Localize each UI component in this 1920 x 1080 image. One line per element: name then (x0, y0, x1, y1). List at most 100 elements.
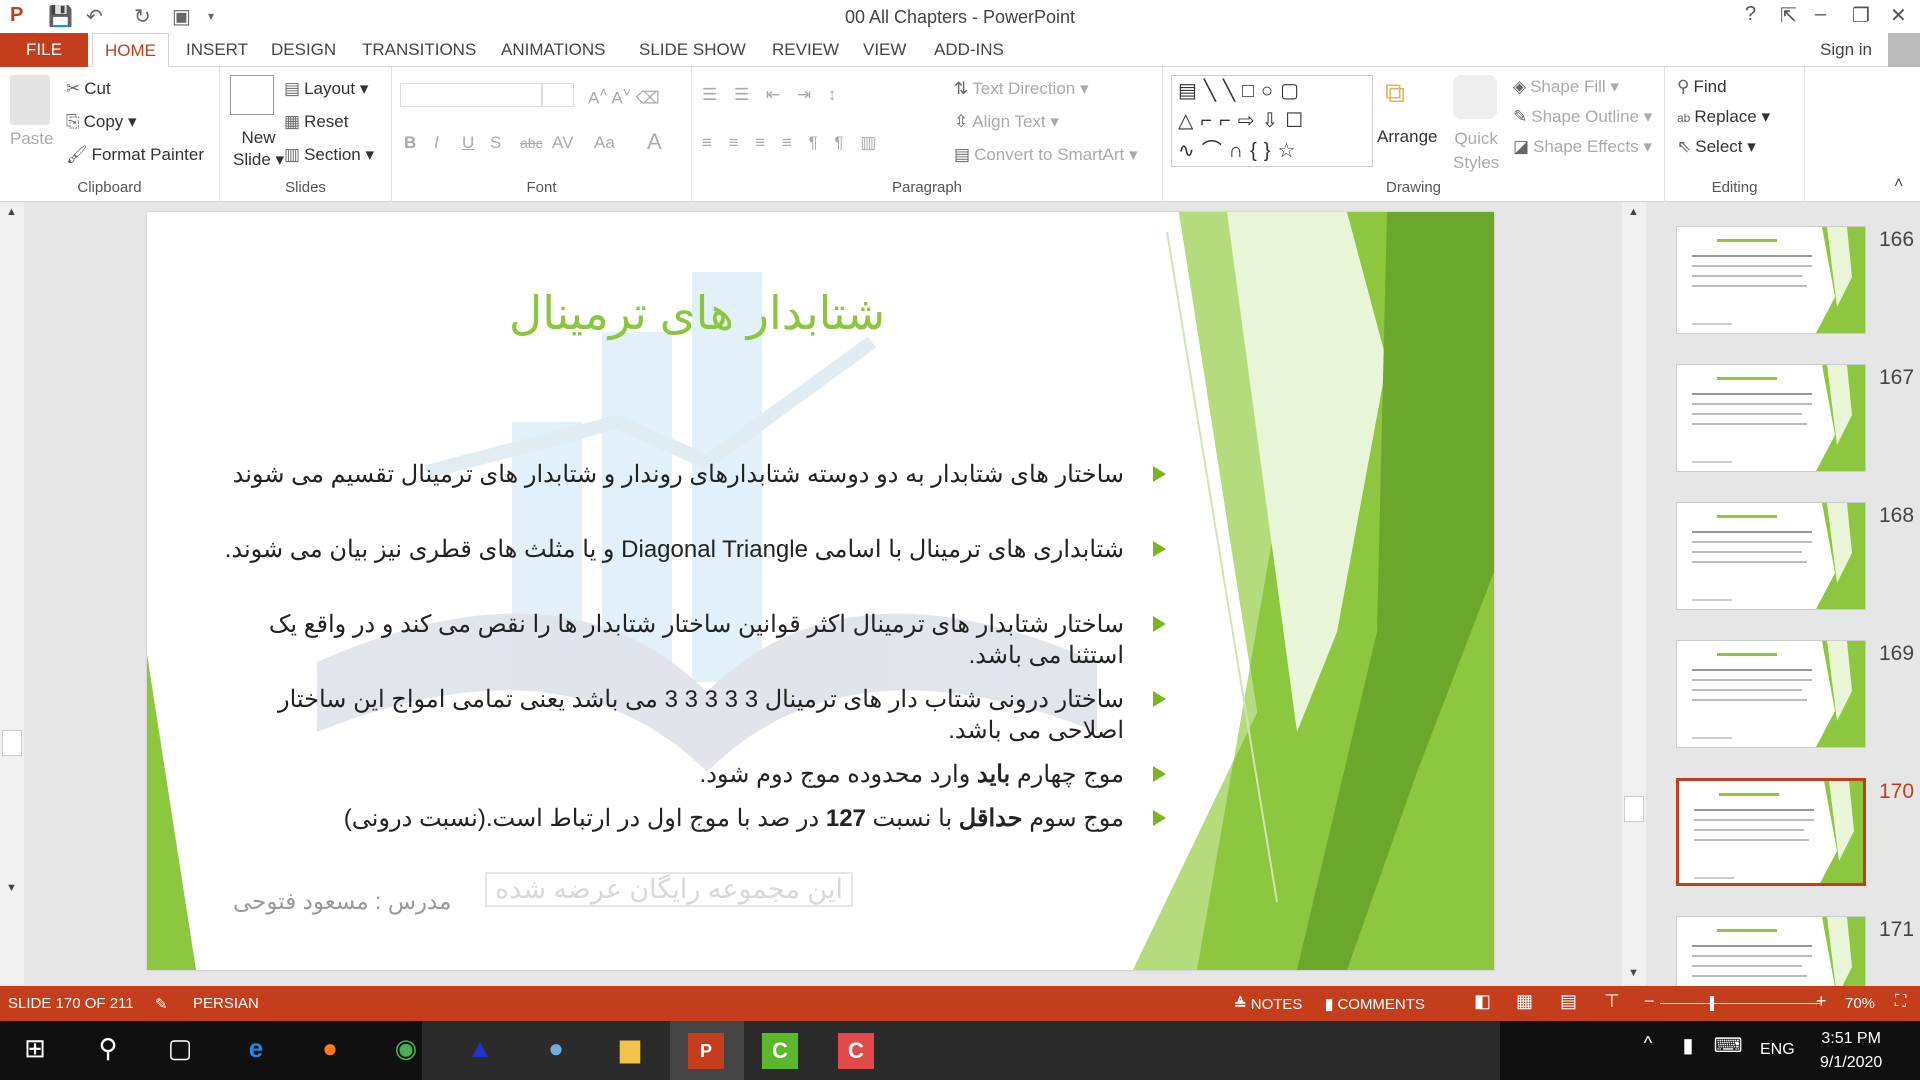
bullet-2[interactable]: شتابداری های ترمینال با اسامی Diagonal T… (224, 534, 1166, 565)
zoom-level[interactable]: 70% (1845, 995, 1875, 1012)
scroll-up-icon[interactable]: ▲ (1628, 206, 1639, 218)
grow-font-icon[interactable]: A˄ A˅ ⌫ (588, 85, 660, 109)
ribbon-display-icon[interactable]: ⇱ (1780, 3, 1797, 28)
spell-check-icon[interactable]: ✎ (155, 995, 168, 1013)
windows-start-icon[interactable]: ⊞ (17, 1033, 53, 1069)
tab-slide-show[interactable]: SLIDE SHOW (627, 33, 758, 67)
zoom-slider-thumb[interactable] (1710, 996, 1715, 1011)
new-slide-button[interactable]: New Slide ▾ (233, 127, 284, 171)
bullet-5[interactable]: موج چهارم باید وارد محدوده موج دوم شود. (224, 759, 1166, 790)
section-button[interactable]: ▥ Section ▾ (284, 145, 374, 165)
slide-scrollbar[interactable]: ▲ ▼ (1622, 202, 1646, 986)
slide-canvas[interactable]: شتابدار های ترمینال ساختار های شتابدار ب… (147, 212, 1494, 970)
bullet-3[interactable]: ساختار شتابدار های ترمینال اکثر قوانین س… (224, 609, 1166, 671)
convert-smartart-button[interactable]: ▤ Convert to SmartArt ▾ (954, 145, 1138, 165)
edge-icon[interactable]: e (238, 1033, 274, 1069)
bullet-1[interactable]: ساختار های شتابدار به دو دوسته شتابدارها… (224, 459, 1166, 490)
font-color-button[interactable]: A (647, 129, 662, 155)
slide-thumbnail[interactable] (1676, 778, 1866, 886)
slide-footer[interactable]: مدرس : مسعود فتوحی (233, 888, 451, 915)
zoom-slider[interactable] (1660, 996, 1820, 1011)
underline-button[interactable]: U (462, 133, 474, 153)
input-language[interactable]: ENG (1760, 1041, 1795, 1059)
globe-app-icon[interactable]: ● (538, 1033, 574, 1069)
slide-sorter-icon[interactable]: ▦ (1516, 991, 1533, 1012)
tab-insert[interactable]: INSERT (174, 33, 260, 67)
strikethrough-button[interactable]: abc (520, 135, 543, 151)
slide-thumbnail[interactable] (1676, 226, 1866, 334)
copy-button[interactable]: ⎘ Copy ▾ (66, 112, 137, 132)
comments-button[interactable]: ▮ COMMENTS (1325, 995, 1425, 1013)
shape-effects-button[interactable]: ◪ Shape Effects ▾ (1513, 137, 1652, 157)
restore-icon[interactable]: ❐ (1852, 3, 1870, 28)
thumbnail-pane-scrollbar-left[interactable]: ▲ ▼ (0, 202, 24, 986)
slideshow-view-icon[interactable]: ⊤ (1604, 991, 1620, 1012)
list-buttons[interactable]: ☰ ☰ ⇤ ⇥ ↕ (702, 85, 842, 105)
font-size-dropdown[interactable] (542, 83, 574, 107)
scroll-thumb[interactable] (2, 730, 22, 756)
bold-button[interactable]: B (404, 133, 416, 153)
chrome-icon[interactable]: ◉ (388, 1033, 424, 1069)
replace-button[interactable]: ab Replace ▾ (1677, 107, 1770, 127)
language-indicator[interactable]: PERSIAN (193, 995, 259, 1012)
tab-review[interactable]: REVIEW (760, 33, 851, 67)
bullet-6[interactable]: موج سوم حداقل با نسبت 127 در صد با موج ا… (224, 803, 1166, 834)
notification-icon[interactable]: ▮ (1670, 1033, 1706, 1069)
find-button[interactable]: ⚲ Find (1677, 77, 1727, 97)
layout-button[interactable]: ▤ Layout ▾ (284, 79, 368, 99)
clock[interactable]: 3:51 PM 9/1/2020 (1820, 1027, 1882, 1075)
tab-animations[interactable]: ANIMATIONS (489, 33, 618, 67)
reading-view-icon[interactable]: ▤ (1560, 991, 1577, 1012)
show-hidden-icons[interactable]: ^ (1630, 1033, 1666, 1069)
tab-design[interactable]: DESIGN (259, 33, 348, 67)
task-view-icon[interactable]: ▢ (162, 1033, 198, 1069)
italic-button[interactable]: I (434, 133, 439, 153)
slide-thumbnail[interactable] (1676, 640, 1866, 748)
zoom-out-icon[interactable]: − (1644, 991, 1655, 1012)
zoom-in-icon[interactable]: + (1816, 991, 1827, 1012)
tab-file[interactable]: FILE (0, 33, 88, 67)
search-icon[interactable]: ⚲ (90, 1033, 126, 1069)
scroll-down-icon[interactable]: ▼ (6, 882, 17, 894)
tab-transitions[interactable]: TRANSITIONS (350, 33, 488, 67)
text-direction-button[interactable]: ⇅ Text Direction ▾ (954, 79, 1089, 99)
camtasia-green-icon[interactable]: C (762, 1033, 798, 1069)
firefox-icon[interactable]: ● (312, 1033, 348, 1069)
tab-add-ins[interactable]: ADD-INS (922, 33, 1016, 67)
scroll-up-icon[interactable]: ▲ (6, 206, 17, 218)
sign-in-link[interactable]: Sign in (1808, 33, 1884, 67)
tab-view[interactable]: VIEW (851, 33, 918, 67)
alignment-buttons[interactable]: ≡ ≡ ≡ ≡ ¶ ¶ ▥ (702, 133, 882, 153)
slide-thumbnail[interactable] (1676, 502, 1866, 610)
change-case-button[interactable]: Aa (594, 133, 615, 153)
reset-button[interactable]: ▦ Reset (284, 112, 348, 132)
select-button[interactable]: ⇖ Select ▾ (1677, 137, 1756, 157)
align-text-button[interactable]: ⇳ Align Text ▾ (954, 112, 1059, 132)
format-painter-button[interactable]: 🖌 Format Painter (66, 145, 204, 165)
shape-outline-button[interactable]: ✎ Shape Outline ▾ (1513, 107, 1652, 127)
help-button[interactable]: ? (1745, 3, 1756, 26)
app-icon[interactable]: ▲ (462, 1033, 498, 1069)
cut-button[interactable]: ✂ Cut (66, 79, 111, 99)
notes-button[interactable]: ≜ NOTES (1234, 995, 1302, 1013)
shape-fill-button[interactable]: ◈ Shape Fill ▾ (1513, 77, 1619, 97)
quick-styles-button[interactable]: Quick Styles (1453, 127, 1499, 175)
close-icon[interactable]: ✕ (1890, 3, 1907, 28)
slide-title[interactable]: شتابدار های ترمینال (147, 286, 1247, 340)
tab-home[interactable]: HOME (92, 33, 169, 67)
collapse-ribbon-icon[interactable]: ˄ (1894, 175, 1903, 193)
camtasia-red-icon[interactable]: C (838, 1033, 874, 1069)
slide-thumbnail[interactable] (1676, 364, 1866, 472)
bullet-4[interactable]: ساختار درونی شتاب دار های ترمینال 3 3 3 … (224, 684, 1166, 746)
shadow-button[interactable]: S (490, 133, 501, 153)
powerpoint-taskbar-icon[interactable]: P (688, 1033, 724, 1069)
avatar[interactable] (1888, 33, 1920, 67)
arrange-button[interactable]: Arrange (1377, 127, 1437, 147)
shapes-gallery[interactable]: ▤╲╲□○▢ △⌐⌐⇨⇩☐ ∿⌒∩{}☆ (1171, 75, 1373, 167)
normal-view-icon[interactable]: ◧ (1474, 991, 1491, 1012)
font-name-dropdown[interactable] (400, 83, 542, 107)
fit-slide-icon[interactable]: ⛶ (1895, 993, 1906, 1011)
character-spacing-button[interactable]: AV (552, 133, 573, 153)
file-explorer-icon[interactable]: ▆ (612, 1033, 648, 1069)
keyboard-icon[interactable]: ⌨ (1710, 1033, 1746, 1069)
